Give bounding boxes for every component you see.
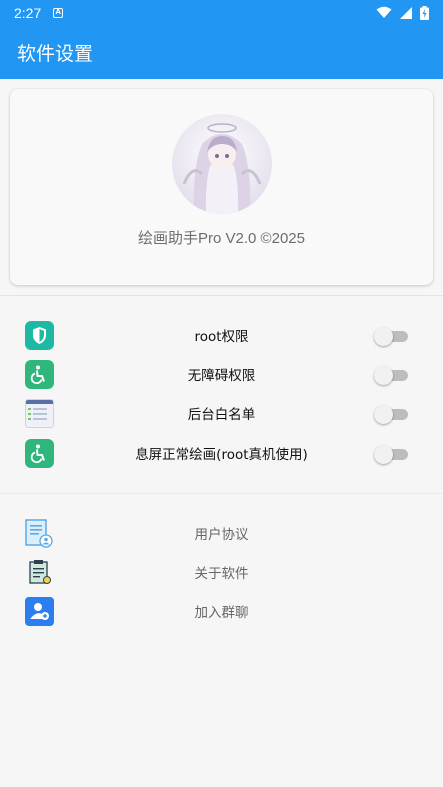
app-bar: 软件设置 <box>0 25 443 79</box>
link-label: 关于软件 <box>194 566 249 582</box>
add-user-icon <box>25 597 54 626</box>
link-row-user-agreement[interactable]: 用户协议 <box>0 517 443 549</box>
battery-charging-icon <box>420 5 429 20</box>
version-text: 绘画助手Pro V2.0 ©2025 <box>138 230 305 247</box>
accessibility-icon <box>25 439 54 468</box>
link-row-about[interactable]: 关于软件 <box>0 556 443 588</box>
toggle-label: 无障碍权限 <box>187 368 256 384</box>
divider <box>0 295 443 296</box>
toggle-row-whitelist[interactable]: 后台白名单 <box>0 397 443 429</box>
app-window-icon <box>25 399 54 428</box>
user-document-icon <box>25 519 54 548</box>
link-row-join-group[interactable]: 加入群聊 <box>0 595 443 627</box>
divider <box>0 493 443 494</box>
wifi-icon <box>376 6 392 18</box>
toggle-label: 后台白名单 <box>187 407 256 423</box>
page-title: 软件设置 <box>17 42 94 65</box>
shield-icon <box>25 321 54 350</box>
a-icon: A <box>53 7 64 18</box>
accessibility-toggle-switch[interactable] <box>374 366 408 385</box>
toggle-row-screen-off-draw[interactable]: 息屏正常绘画(root真机使用) <box>0 437 443 469</box>
root-toggle-switch[interactable] <box>374 327 408 346</box>
toggle-row-accessibility[interactable]: 无障碍权限 <box>0 358 443 390</box>
avatar <box>172 114 272 214</box>
screen-off-toggle-switch[interactable] <box>374 445 408 464</box>
link-label: 用户协议 <box>194 527 249 543</box>
status-time: 2:27 <box>14 4 42 21</box>
status-bar: 2:27 A <box>0 0 443 25</box>
toggle-label: root权限 <box>194 329 249 345</box>
link-label: 加入群聊 <box>194 605 249 621</box>
accessibility-icon <box>25 360 54 389</box>
about-card: 绘画助手Pro V2.0 ©2025 <box>10 89 433 285</box>
toggle-label: 息屏正常绘画(root真机使用) <box>135 447 308 463</box>
toggle-row-root[interactable]: root权限 <box>0 319 443 351</box>
clipboard-icon <box>25 558 54 587</box>
signal-icon <box>400 6 412 19</box>
whitelist-toggle-switch[interactable] <box>374 405 408 424</box>
status-icons <box>376 5 429 20</box>
